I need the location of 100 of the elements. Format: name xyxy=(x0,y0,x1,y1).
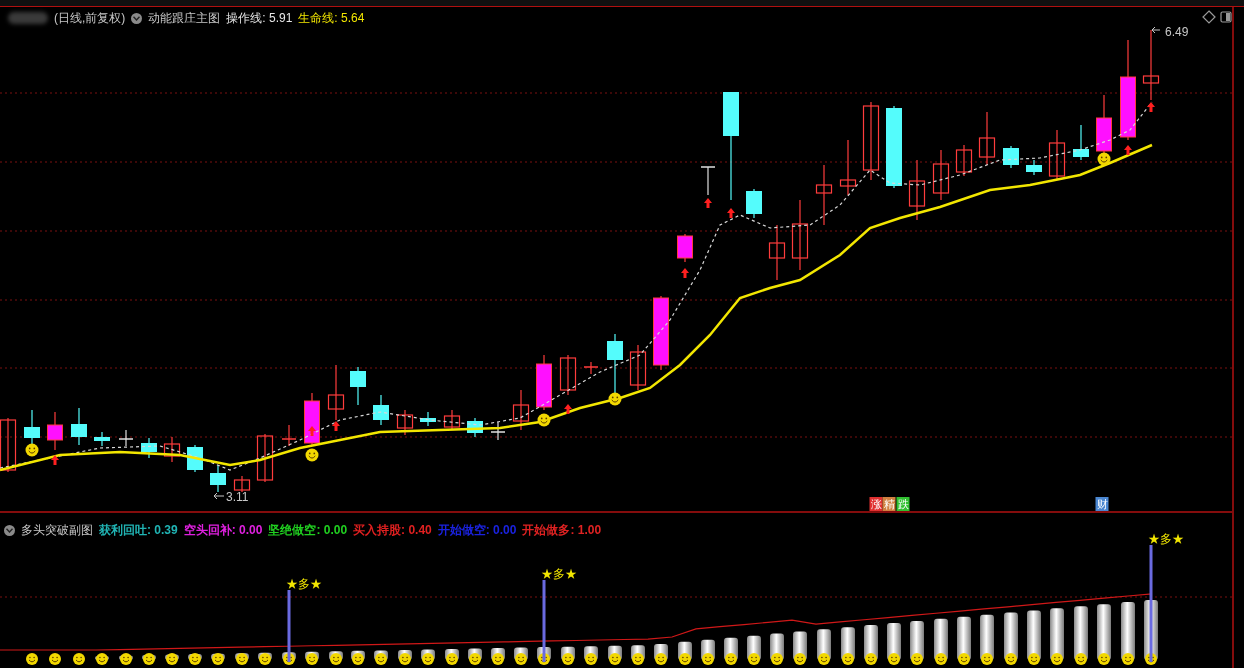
candlestick xyxy=(955,144,973,177)
smiley-icon xyxy=(1028,653,1040,665)
indicator-bar xyxy=(1004,612,1018,660)
low-price-marker xyxy=(213,492,225,500)
smiley-icon xyxy=(842,653,854,665)
smiley-icon xyxy=(771,653,783,665)
smiley-icon xyxy=(632,653,644,665)
indicator-value: 买入持股: 0.40 xyxy=(353,522,432,539)
smiley-icon xyxy=(212,653,224,665)
indicator-bar xyxy=(934,618,948,660)
smiley-icon xyxy=(166,653,178,665)
candlestick xyxy=(1073,124,1089,161)
candlestick xyxy=(1048,129,1066,181)
candlestick xyxy=(47,411,63,451)
diamond-icon[interactable] xyxy=(1202,10,1216,24)
indicator-value: 开始做空: 0.00 xyxy=(437,522,517,539)
candlestick xyxy=(490,421,506,441)
candlestick xyxy=(536,354,552,411)
dropdown-icon[interactable] xyxy=(131,12,143,24)
smiley-icon xyxy=(935,653,947,665)
indicator-value: 获利回吐: 0.39 xyxy=(99,522,178,539)
candlestick xyxy=(908,159,926,221)
smiley-icon xyxy=(446,653,458,665)
smiley-icon xyxy=(492,653,504,665)
smiley-icon xyxy=(608,392,622,406)
smiley-icon xyxy=(748,653,760,665)
smiley-icon xyxy=(399,653,411,665)
smiley-icon xyxy=(515,653,527,665)
signal-tag: 财 xyxy=(1095,497,1109,511)
up-arrow-icon xyxy=(704,198,712,208)
smiley-icon xyxy=(330,653,342,665)
smiley-icon xyxy=(958,653,970,665)
up-arrow-icon xyxy=(1147,102,1155,112)
signal-tag: 跌 xyxy=(896,497,910,511)
candlestick xyxy=(373,394,389,426)
indicator-bar xyxy=(957,616,971,660)
candlestick xyxy=(118,429,134,447)
smiley-icon xyxy=(981,653,993,665)
smiley-icon xyxy=(422,653,434,665)
up-arrow-icon xyxy=(51,455,59,465)
candlestick xyxy=(768,224,786,281)
candlestick xyxy=(512,389,530,431)
chart-period-label: (日线,前复权) xyxy=(54,10,126,27)
smiley-icon xyxy=(73,653,85,665)
candlestick xyxy=(791,199,809,271)
smiley-icon xyxy=(236,653,248,665)
candlestick xyxy=(233,475,251,493)
candlestick xyxy=(467,417,483,438)
smiley-icon xyxy=(375,653,387,665)
smiley-icon xyxy=(1097,152,1111,166)
candlestick xyxy=(24,409,40,446)
candlestick xyxy=(1026,159,1042,176)
indicator-title: 多头突破副图 xyxy=(21,522,93,539)
up-arrow-icon xyxy=(681,268,689,278)
smiley-icon xyxy=(1051,653,1063,665)
smiley-icon xyxy=(655,653,667,665)
candlestick xyxy=(210,464,226,493)
candlestick xyxy=(1003,145,1019,169)
high-price-label: 6.49 xyxy=(1165,25,1189,39)
up-arrow-icon xyxy=(332,421,340,431)
smiley-icon xyxy=(469,653,481,665)
smiley-icon xyxy=(1098,653,1110,665)
candlestick xyxy=(396,409,414,436)
smiley-icon xyxy=(1075,653,1087,665)
indicator-bar xyxy=(1097,604,1111,660)
candlestick xyxy=(94,431,110,447)
up-arrow-icon xyxy=(308,426,316,436)
smiley-icon xyxy=(865,653,877,665)
candlestick xyxy=(932,149,950,201)
indicator-value: 开始做多: 1.00 xyxy=(522,522,602,539)
indicator-bar xyxy=(1050,608,1064,660)
panel-icon[interactable] xyxy=(1220,11,1232,23)
candlestick xyxy=(978,111,996,166)
indicator-value: 生命线: 5.64 xyxy=(298,10,365,27)
indicator-value: 操作线: 5.91 xyxy=(226,10,293,27)
dropdown-icon[interactable] xyxy=(4,524,15,536)
up-arrow-icon xyxy=(1124,145,1132,155)
candlestick xyxy=(71,407,87,446)
candlestick xyxy=(700,166,716,196)
candlestick xyxy=(256,433,274,483)
up-arrow-icon xyxy=(727,208,735,218)
candlestick xyxy=(1142,29,1160,101)
smiley-icon xyxy=(562,653,574,665)
candlestick xyxy=(815,164,833,226)
smiley-icon xyxy=(305,448,319,462)
smiley-icon xyxy=(911,653,923,665)
indicator-title: 动能跟庄主图 xyxy=(148,10,221,27)
blurred-stock-name xyxy=(8,12,48,24)
smiley-icon xyxy=(143,653,155,665)
smiley-icon xyxy=(1005,653,1017,665)
indicator-bar xyxy=(1074,606,1088,660)
candlestick xyxy=(350,366,366,406)
indicator-bar xyxy=(980,614,994,660)
buy-signal-label: ★多★ xyxy=(1148,532,1184,546)
smiley-icon xyxy=(96,653,108,665)
candlestick xyxy=(281,424,297,447)
indicator-bar xyxy=(1027,610,1041,660)
smiley-icon xyxy=(537,413,551,427)
candlestick xyxy=(629,344,647,391)
candlestick xyxy=(443,409,461,431)
